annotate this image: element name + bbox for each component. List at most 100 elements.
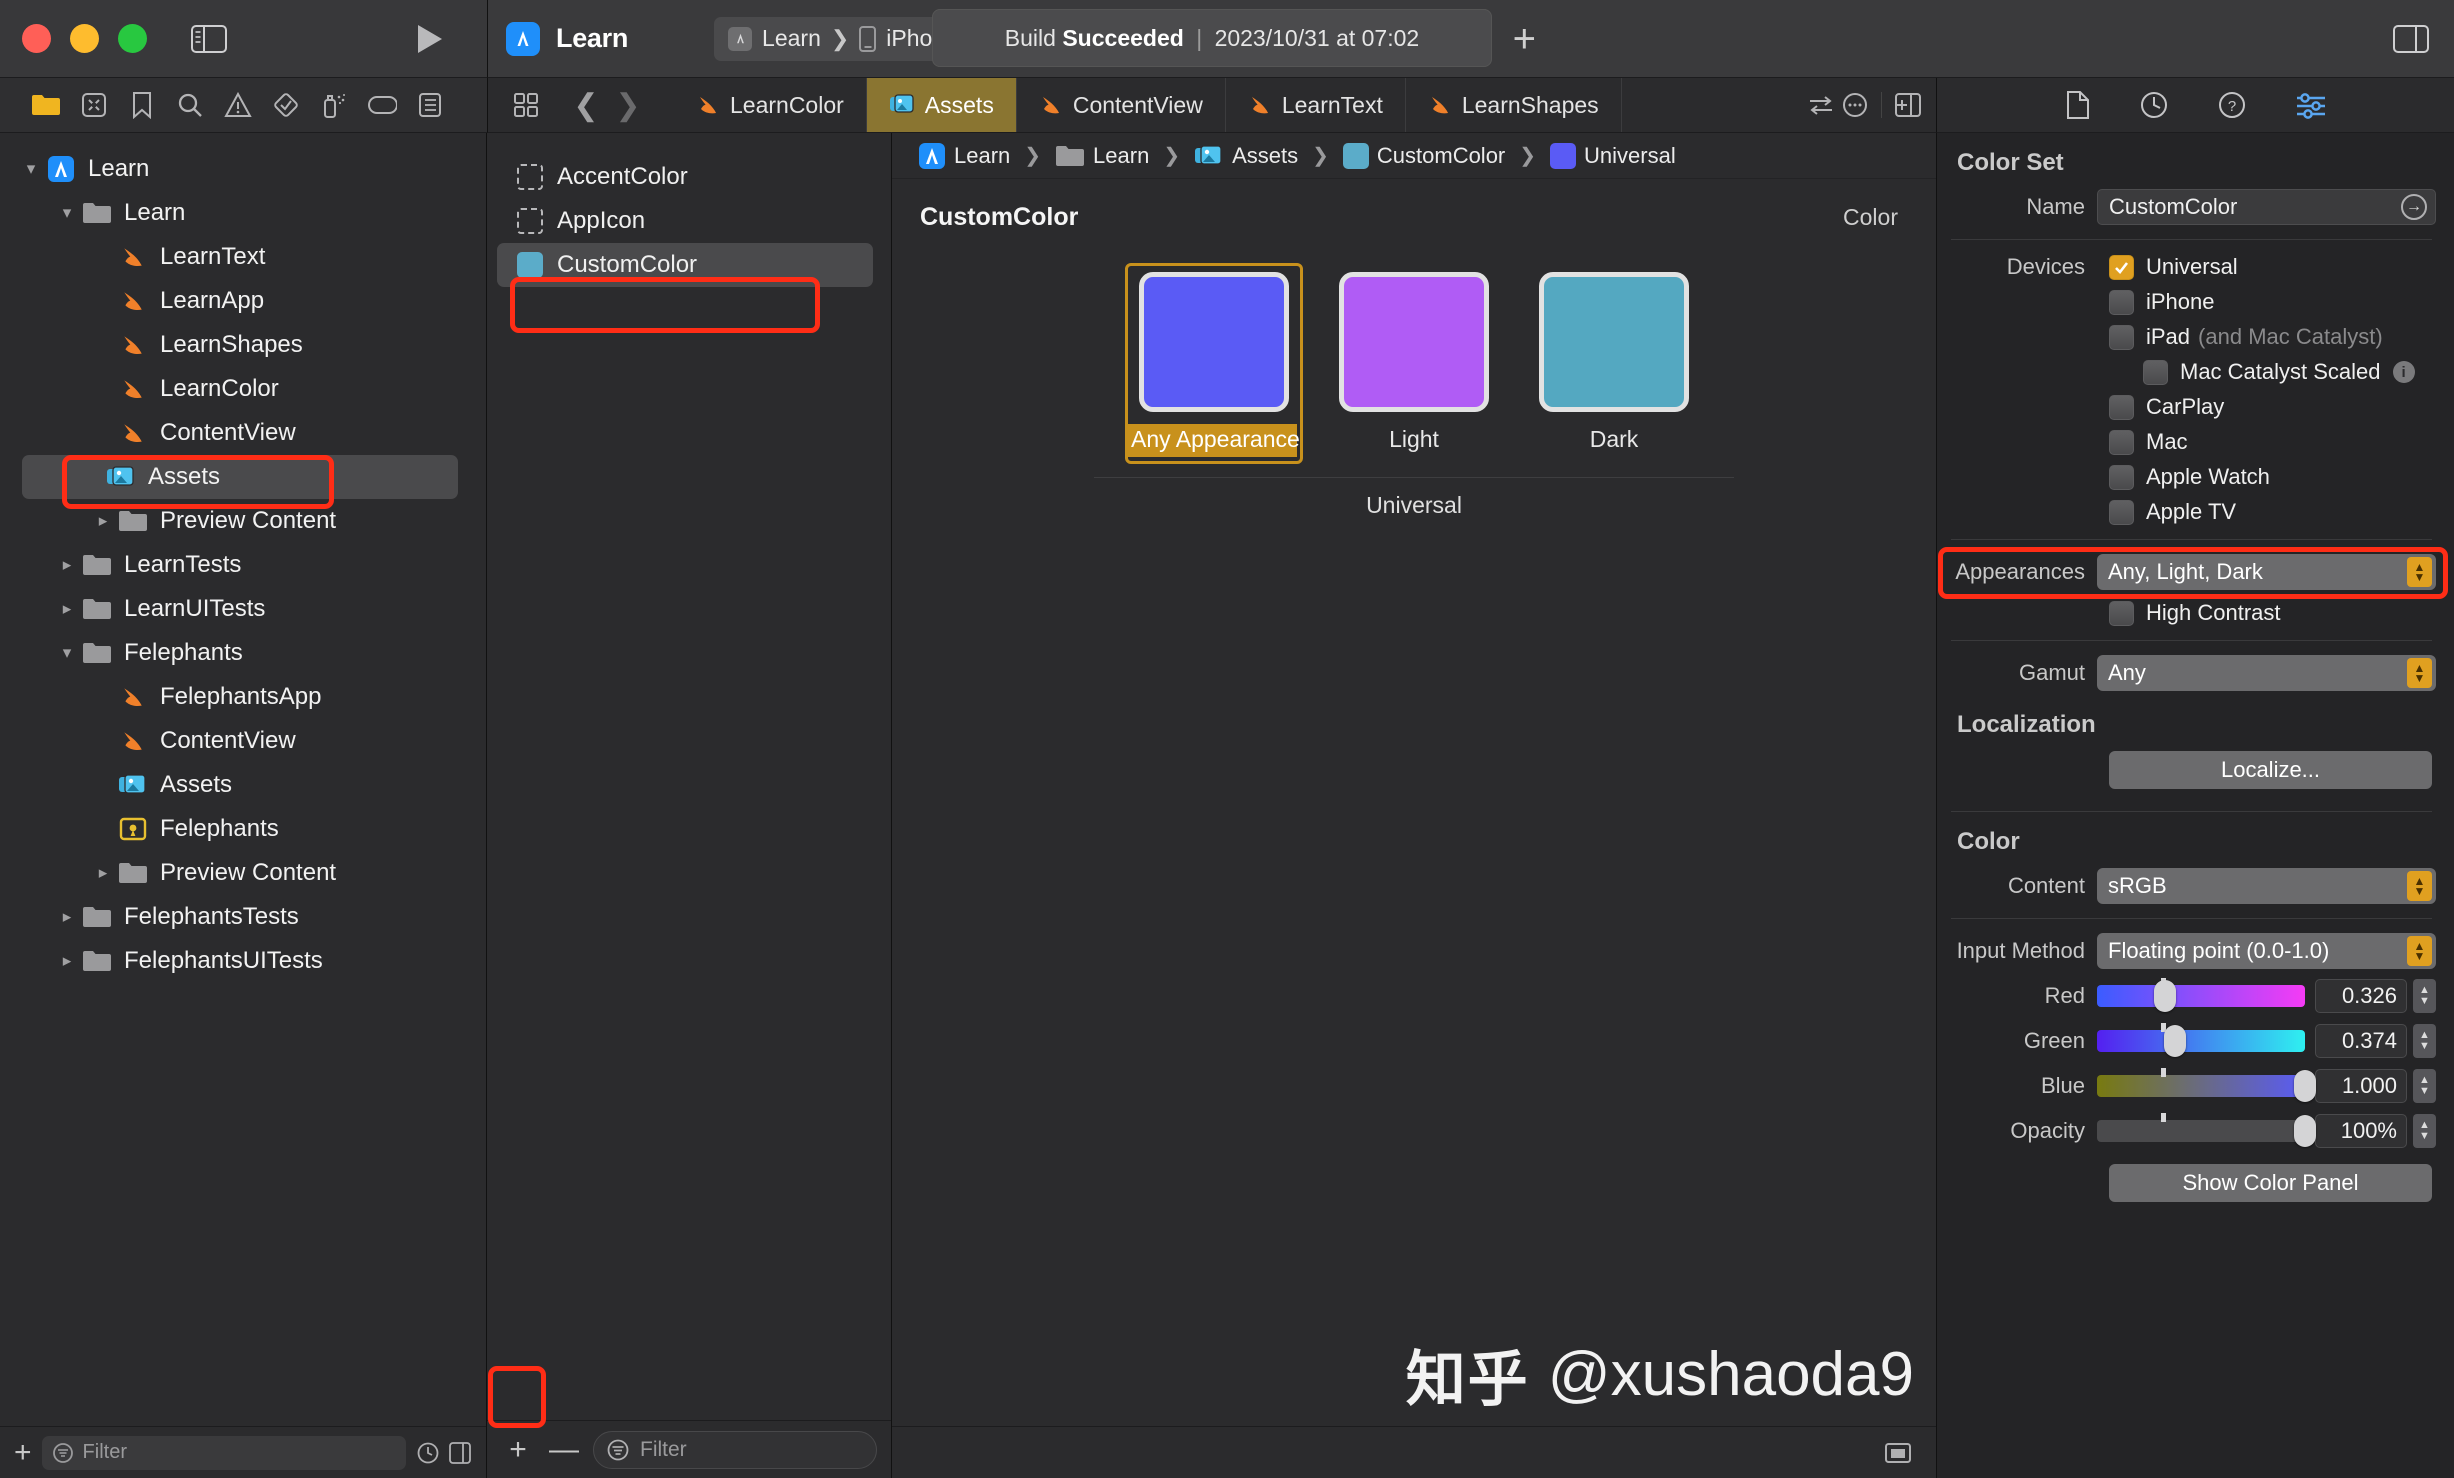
remove-asset-button[interactable]: — — [547, 1433, 581, 1467]
channel-value-field[interactable]: 1.000 — [2315, 1069, 2407, 1103]
gamut-stepper-icon[interactable]: ▲ ▼ — [2407, 658, 2432, 688]
attributes-inspector-icon[interactable] — [2295, 90, 2327, 120]
warning-icon[interactable] — [214, 85, 262, 125]
file-inspector-icon[interactable] — [2065, 90, 2091, 120]
channel-value-field[interactable]: 0.326 — [2315, 979, 2407, 1013]
tree-item-felephantstests[interactable]: ▸ FelephantsTests — [0, 895, 486, 939]
device-checkbox[interactable] — [2109, 499, 2134, 525]
navigate-forward-icon[interactable]: ❯ — [609, 88, 647, 123]
add-file-button[interactable]: + — [14, 1436, 32, 1470]
tab-assets[interactable]: Assets — [866, 78, 1017, 132]
show-slicing-icon[interactable] — [1884, 1441, 1912, 1465]
tree-item-learncolor[interactable]: LearnColor — [0, 367, 486, 411]
disclosure-triangle-icon[interactable]: ▾ — [54, 643, 80, 663]
asset-item-accentcolor[interactable]: AccentColor — [487, 155, 891, 199]
bookmark-icon[interactable] — [118, 85, 166, 125]
tag-icon[interactable] — [358, 85, 406, 125]
show-color-panel-button[interactable]: Show Color Panel — [2109, 1164, 2432, 1202]
tree-item-contentview[interactable]: ContentView — [0, 719, 486, 763]
breadcrumb-item-0[interactable]: Learn — [914, 142, 1014, 170]
high-contrast-checkbox[interactable] — [2109, 600, 2134, 626]
channel-stepper-icon[interactable]: ▲ ▼ — [2413, 1069, 2436, 1103]
swatch-color-box[interactable] — [1139, 272, 1289, 412]
content-popup[interactable]: sRGB ▲ ▼ — [2097, 868, 2436, 904]
quick-help-icon[interactable]: ? — [2217, 90, 2247, 120]
asset-filter-input[interactable]: Filter — [593, 1430, 877, 1469]
device-checkbox[interactable] — [2109, 324, 2134, 350]
device-checkbox[interactable] — [2109, 394, 2134, 420]
folder-icon[interactable] — [22, 85, 70, 125]
channel-stepper-icon[interactable]: ▲ ▼ — [2413, 979, 2436, 1013]
info-icon[interactable]: i — [2392, 361, 2415, 383]
input-method-popup[interactable]: Floating point (0.0-1.0) ▲ ▼ — [2097, 933, 2436, 969]
channel-slider[interactable] — [2097, 1068, 2316, 1102]
tab-learnshapes[interactable]: LearnShapes — [1406, 78, 1622, 132]
channel-slider-knob[interactable] — [2163, 1025, 2186, 1057]
disclosure-triangle-icon[interactable]: ▸ — [54, 555, 80, 575]
tree-item-contentview[interactable]: ContentView — [0, 411, 486, 455]
breadcrumb-item-3[interactable]: CustomColor — [1339, 142, 1509, 169]
channel-slider-knob[interactable] — [2294, 1070, 2316, 1102]
appearance-swatch-light[interactable]: Light — [1328, 266, 1500, 461]
spray-icon[interactable] — [310, 85, 358, 125]
tree-item-learn[interactable]: ▾ Learn — [0, 191, 486, 235]
tree-item-learnshapes[interactable]: LearnShapes — [0, 323, 486, 367]
source-control-filter-icon[interactable] — [448, 1441, 472, 1465]
history-inspector-icon[interactable] — [2139, 90, 2169, 120]
swatch-color-box[interactable] — [1339, 272, 1489, 412]
diamond-check-icon[interactable] — [262, 85, 310, 125]
tree-item-preview-content[interactable]: ▸ Preview Content — [0, 499, 486, 543]
disclosure-triangle-icon[interactable]: ▾ — [18, 159, 44, 179]
tree-item-assets[interactable]: Assets — [22, 455, 458, 499]
tree-item-felephants[interactable]: ▾ Felephants — [0, 631, 486, 675]
tab-overview-icon[interactable] — [506, 85, 546, 125]
channel-slider[interactable] — [2097, 978, 2305, 1012]
channel-stepper-icon[interactable]: ▲ ▼ — [2413, 1024, 2436, 1058]
disclosure-triangle-icon[interactable]: ▾ — [54, 203, 80, 223]
tab-contentview[interactable]: ContentView — [1017, 78, 1226, 132]
gamut-popup[interactable]: Any ▲ ▼ — [2097, 655, 2436, 691]
tab-learntext[interactable]: LearnText — [1226, 78, 1406, 132]
disclosure-triangle-icon[interactable]: ▸ — [54, 599, 80, 619]
asset-item-appicon[interactable]: AppIcon — [487, 199, 891, 243]
asset-item-customcolor[interactable]: CustomColor — [497, 243, 873, 287]
add-asset-button[interactable]: + — [501, 1433, 535, 1467]
toggle-inspector-icon[interactable] — [2393, 24, 2429, 53]
tab-learncolor[interactable]: LearnColor — [674, 78, 867, 132]
appearance-swatch-dark[interactable]: Dark — [1528, 266, 1700, 461]
disclosure-triangle-icon[interactable]: ▸ — [54, 951, 80, 971]
appearances-popup[interactable]: Any, Light, Dark ▲ ▼ — [2097, 554, 2436, 590]
channel-slider-knob[interactable] — [2153, 980, 2176, 1012]
breadcrumb-item-2[interactable]: Assets — [1190, 143, 1302, 169]
input-method-stepper-icon[interactable]: ▲ ▼ — [2407, 936, 2432, 966]
add-assistant-editor-icon[interactable] — [1894, 92, 1922, 118]
breadcrumb-item-4[interactable]: Universal — [1546, 142, 1680, 169]
swap-editor-icon[interactable] — [1807, 93, 1835, 117]
channel-value-field[interactable]: 0.374 — [2315, 1024, 2407, 1058]
tree-item-preview-content[interactable]: ▸ Preview Content — [0, 851, 486, 895]
appearance-swatch-any-appearance[interactable]: Any Appearance — [1125, 263, 1303, 464]
disclosure-triangle-icon[interactable]: ▸ — [54, 907, 80, 927]
device-checkbox[interactable] — [2109, 289, 2134, 315]
minimize-window-button[interactable] — [70, 24, 99, 53]
tree-item-learnuitests[interactable]: ▸ LearnUITests — [0, 587, 486, 631]
device-checkbox[interactable] — [2143, 359, 2168, 385]
disclosure-triangle-icon[interactable]: ▸ — [90, 511, 116, 531]
tree-item-learntext[interactable]: LearnText — [0, 235, 486, 279]
tree-item-felephants[interactable]: Felephants — [0, 807, 486, 851]
channel-slider-knob[interactable] — [2294, 1115, 2316, 1147]
zoom-window-button[interactable] — [118, 24, 147, 53]
add-editor-button[interactable]: + — [1513, 19, 1536, 59]
toggle-navigator-icon[interactable] — [191, 24, 227, 53]
tree-item-learn[interactable]: ▾ Learn — [0, 147, 486, 191]
localize-button[interactable]: Localize... — [2109, 751, 2432, 789]
tree-item-felephantsuitests[interactable]: ▸ FelephantsUITests — [0, 939, 486, 983]
channel-slider[interactable] — [2097, 1113, 2316, 1147]
editor-options-icon[interactable] — [1841, 91, 1869, 119]
tree-item-felephantsapp[interactable]: FelephantsApp — [0, 675, 486, 719]
tree-item-learntests[interactable]: ▸ LearnTests — [0, 543, 486, 587]
device-checkbox[interactable] — [2109, 429, 2134, 455]
disclosure-triangle-icon[interactable]: ▸ — [90, 863, 116, 883]
tree-item-learnapp[interactable]: LearnApp — [0, 279, 486, 323]
search-icon[interactable] — [166, 85, 214, 125]
